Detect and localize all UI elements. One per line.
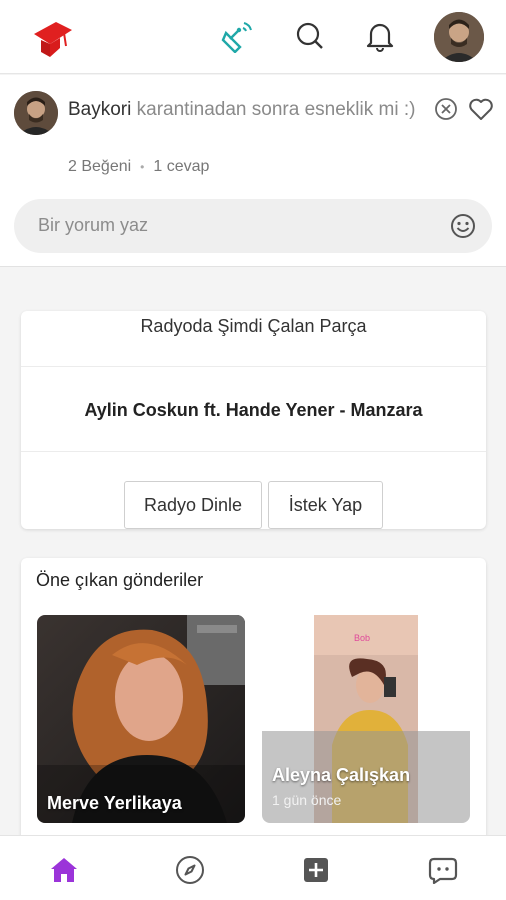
now-playing-song: Aylin Coskun ft. Hande Yener - Manzara	[21, 368, 486, 452]
featured-posts-card: Öne çıkan gönderiler Merve Yerlikaya Bob…	[21, 558, 486, 858]
graduation-cap-icon[interactable]	[32, 18, 74, 58]
comment-text: Baykori karantinadan sonra esneklik mi :…	[68, 95, 428, 124]
comment-replies[interactable]: 1 cevap	[153, 158, 209, 176]
listen-radio-button[interactable]: Radyo Dinle	[124, 481, 262, 529]
comment-section: Baykori karantinadan sonra esneklik mi :…	[0, 75, 506, 267]
featured-post[interactable]: Bob Aleyna Çalışkan 1 gün önce	[262, 615, 470, 823]
radio-title: Radyoda Şimdi Çalan Parça	[21, 311, 486, 367]
featured-title: Öne çıkan gönderiler	[36, 570, 204, 590]
heart-icon[interactable]	[468, 97, 494, 121]
post-author-name: Aleyna Çalışkan	[272, 765, 411, 785]
home-icon[interactable]	[47, 853, 81, 887]
featured-post[interactable]: Merve Yerlikaya	[37, 615, 245, 823]
comment-meta: 2 Beğeni • 1 cevap	[68, 158, 209, 176]
top-bar	[0, 0, 506, 74]
chat-icon[interactable]	[426, 853, 460, 887]
bell-icon[interactable]	[362, 18, 398, 54]
avatar[interactable]	[434, 12, 484, 62]
comment-likes[interactable]: 2 Beğeni	[68, 158, 131, 176]
commenter-avatar[interactable]	[14, 91, 58, 135]
post-author-name: Merve Yerlikaya	[47, 793, 182, 813]
comment-input-placeholder: Bir yorum yaz	[38, 215, 149, 235]
emoji-icon[interactable]	[450, 213, 476, 239]
add-square-icon[interactable]	[299, 853, 333, 887]
post-time: 1 gün önce	[272, 792, 342, 808]
radio-card: Radyoda Şimdi Çalan Parça Aylin Coskun f…	[21, 311, 486, 529]
comment-body: karantinadan sonra esneklik mi :)	[136, 99, 416, 120]
separator-dot: •	[140, 160, 145, 174]
compass-icon[interactable]	[173, 853, 207, 887]
comment-username[interactable]: Baykori	[68, 99, 131, 120]
close-icon[interactable]	[434, 97, 458, 121]
satellite-dish-icon[interactable]	[220, 18, 256, 54]
search-icon[interactable]	[292, 18, 328, 54]
comment-input[interactable]: Bir yorum yaz	[14, 199, 492, 253]
svg-text:Bob: Bob	[354, 633, 370, 643]
request-song-button[interactable]: İstek Yap	[268, 481, 383, 529]
bottom-nav	[0, 835, 506, 900]
post-image	[37, 615, 245, 823]
